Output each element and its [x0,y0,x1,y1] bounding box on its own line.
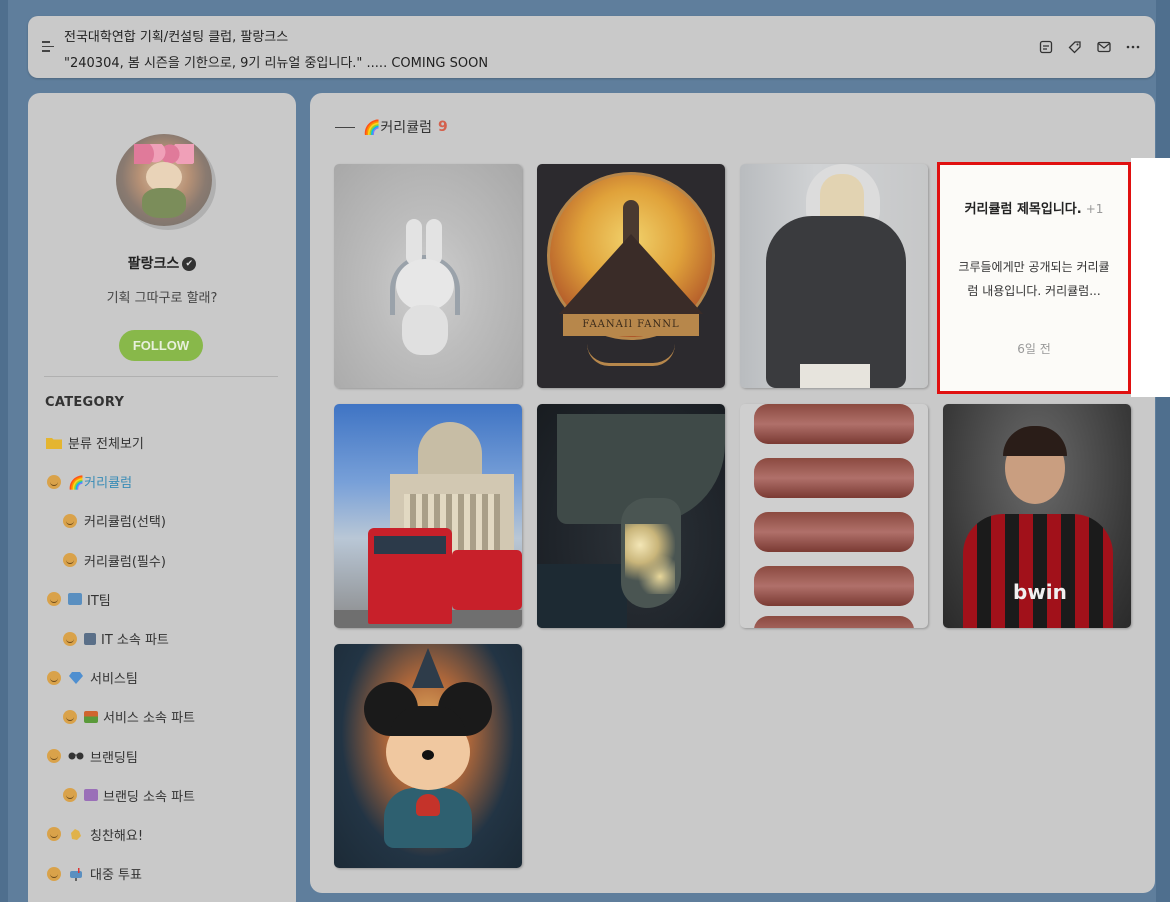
smile-icon [62,552,78,568]
post-card-bunny[interactable] [334,164,522,388]
smile-icon [46,591,62,607]
section-header: 🌈커리큘럼 9 [335,117,448,137]
smile-icon [46,866,62,882]
shirt-sponsor-text: bwin [1013,580,1067,604]
category-item-service-part[interactable]: 서비스 소속 파트 [46,697,286,736]
category-item-label: 대중 투표 [90,868,142,884]
landscape-icon [84,710,98,723]
mail-icon[interactable] [1096,40,1112,54]
category-item-label: 서비스 소속 파트 [103,711,195,727]
category-item-label: 서비스팀 [90,672,138,688]
top-bar: 전국대학연합 기획/컨설팅 클럽, 팔랑크스 "240304, 봄 시즌을 기한… [28,16,1155,78]
header-notice: "240304, 봄 시즌을 기한으로, 9기 리뉴얼 중입니다." .....… [64,56,489,71]
smile-icon [46,748,62,764]
category-item-praise[interactable]: 칭찬해요! [46,815,286,854]
gem-icon [68,670,84,686]
post-card-steak[interactable] [740,404,928,628]
london-bus-image [418,422,482,478]
follow-button[interactable]: FOLLOW [119,330,203,361]
post-card-london[interactable] [334,404,522,628]
smile-icon [62,631,78,647]
window-frame-left [0,0,8,902]
profile-name-text: 팔랑크스 [127,256,180,272]
post-card-jacket[interactable] [740,164,928,388]
post-card-footballer[interactable]: bwin [943,404,1131,628]
footballer-rain-image [963,514,1113,628]
category-item-curriculum-optional[interactable]: 커리큘럼(선택) [46,501,286,540]
more-icon[interactable] [1125,40,1141,54]
section-dash [335,126,355,128]
header-title: 전국대학연합 기획/컨설팅 클럽, 팔랑크스 [64,30,289,45]
sunglasses-icon [68,748,84,764]
sidebar: 팔랑크스 ✔ 기획 그따구로 할래? FOLLOW CATEGORY 분류 전체보… [28,93,296,902]
category-item-label: 분류 전체보기 [68,437,144,453]
divider [44,376,278,377]
category-item-label: 커리큘럼(필수) [84,554,166,570]
tag-icon[interactable] [1067,40,1083,54]
steak-stack-image [754,404,914,444]
category-item-poll[interactable]: 대중 투표 [46,854,286,893]
avatar[interactable] [116,134,212,226]
comment-count: +1 [1085,202,1104,216]
mickey-castle-image [412,648,444,688]
star-of-david-icon [84,789,98,802]
post-time: 6일 전 [1017,342,1051,356]
smile-icon [62,709,78,725]
category-item-curriculum-required[interactable]: 커리큘럼(필수) [46,541,286,580]
category-item-all[interactable]: 분류 전체보기 [46,423,286,462]
laptop-icon [68,593,82,606]
category-item-it-team[interactable]: IT팀 [46,580,286,619]
main-panel: 🌈커리큘럼 9 FAANAIl FANNL 커리큘럼 제목입니다. +1 크루들에 [310,93,1155,893]
profile-bio: 기획 그따구로 할래? [106,291,218,306]
menu-icon[interactable] [42,41,54,53]
category-item-it-part[interactable]: IT 소속 파트 [46,619,286,658]
category-item-label: 브랜딩팀 [90,750,138,766]
profile-name: 팔랑크스 ✔ [28,253,296,273]
category-item-label: 커리큘럼(선택) [84,515,166,531]
category-item-branding-part[interactable]: 브랜딩 소속 파트 [46,776,286,815]
post-excerpt: 크루들에게만 공개되는 커리큘럼 내용입니다. 커리큘럼... [958,260,1110,298]
category-item-label: IT팀 [87,593,111,609]
category-item-label: IT 소속 파트 [101,633,169,649]
smile-icon [46,474,62,490]
smile-icon [62,513,78,529]
post-title-text: 커리큘럼 제목입니다. [964,202,1082,217]
post-card-curriculum[interactable]: 커리큘럼 제목입니다. +1 크루들에게만 공개되는 커리큘럼 내용입니다. 커리… [937,162,1131,394]
category-item-curriculum[interactable]: 🌈커리큘럼 [46,462,286,501]
tower-caption: FAANAIl FANNL [563,314,699,336]
mailbox-icon [68,866,84,882]
post-card-mickey[interactable] [334,644,522,868]
post-card-tower[interactable]: FAANAIl FANNL [537,164,725,388]
category-item-service-team[interactable]: 서비스팀 [46,658,286,697]
window-frame-right [1156,0,1170,902]
category-item-branding-team[interactable]: 브랜딩팀 [46,737,286,776]
smile-icon [46,670,62,686]
phone-icon [84,632,96,645]
category-item-label: 🌈커리큘럼 [68,476,133,492]
folder-icon [46,435,62,451]
category-title: CATEGORY [45,395,125,410]
notebook-icon[interactable] [1038,40,1054,54]
post-card-night[interactable] [537,404,725,628]
category-list: 분류 전체보기 🌈커리큘럼 커리큘럼(선택) 커리큘럼(필수) IT팀 IT 소… [46,423,286,893]
section-title: 🌈커리큘럼 [363,120,432,136]
clap-icon [68,826,84,842]
highlight-backdrop [1131,158,1170,397]
category-item-label: 브랜딩 소속 파트 [103,789,195,805]
smile-icon [46,826,62,842]
section-count: 9 [437,119,448,135]
header-actions [1038,40,1141,54]
category-item-label: 칭찬해요! [90,828,144,844]
verified-icon: ✔ [182,257,197,271]
smile-icon [62,787,78,803]
post-title: 커리큘럼 제목입니다. +1 [940,198,1128,217]
bunny-headphones-image [390,219,460,359]
